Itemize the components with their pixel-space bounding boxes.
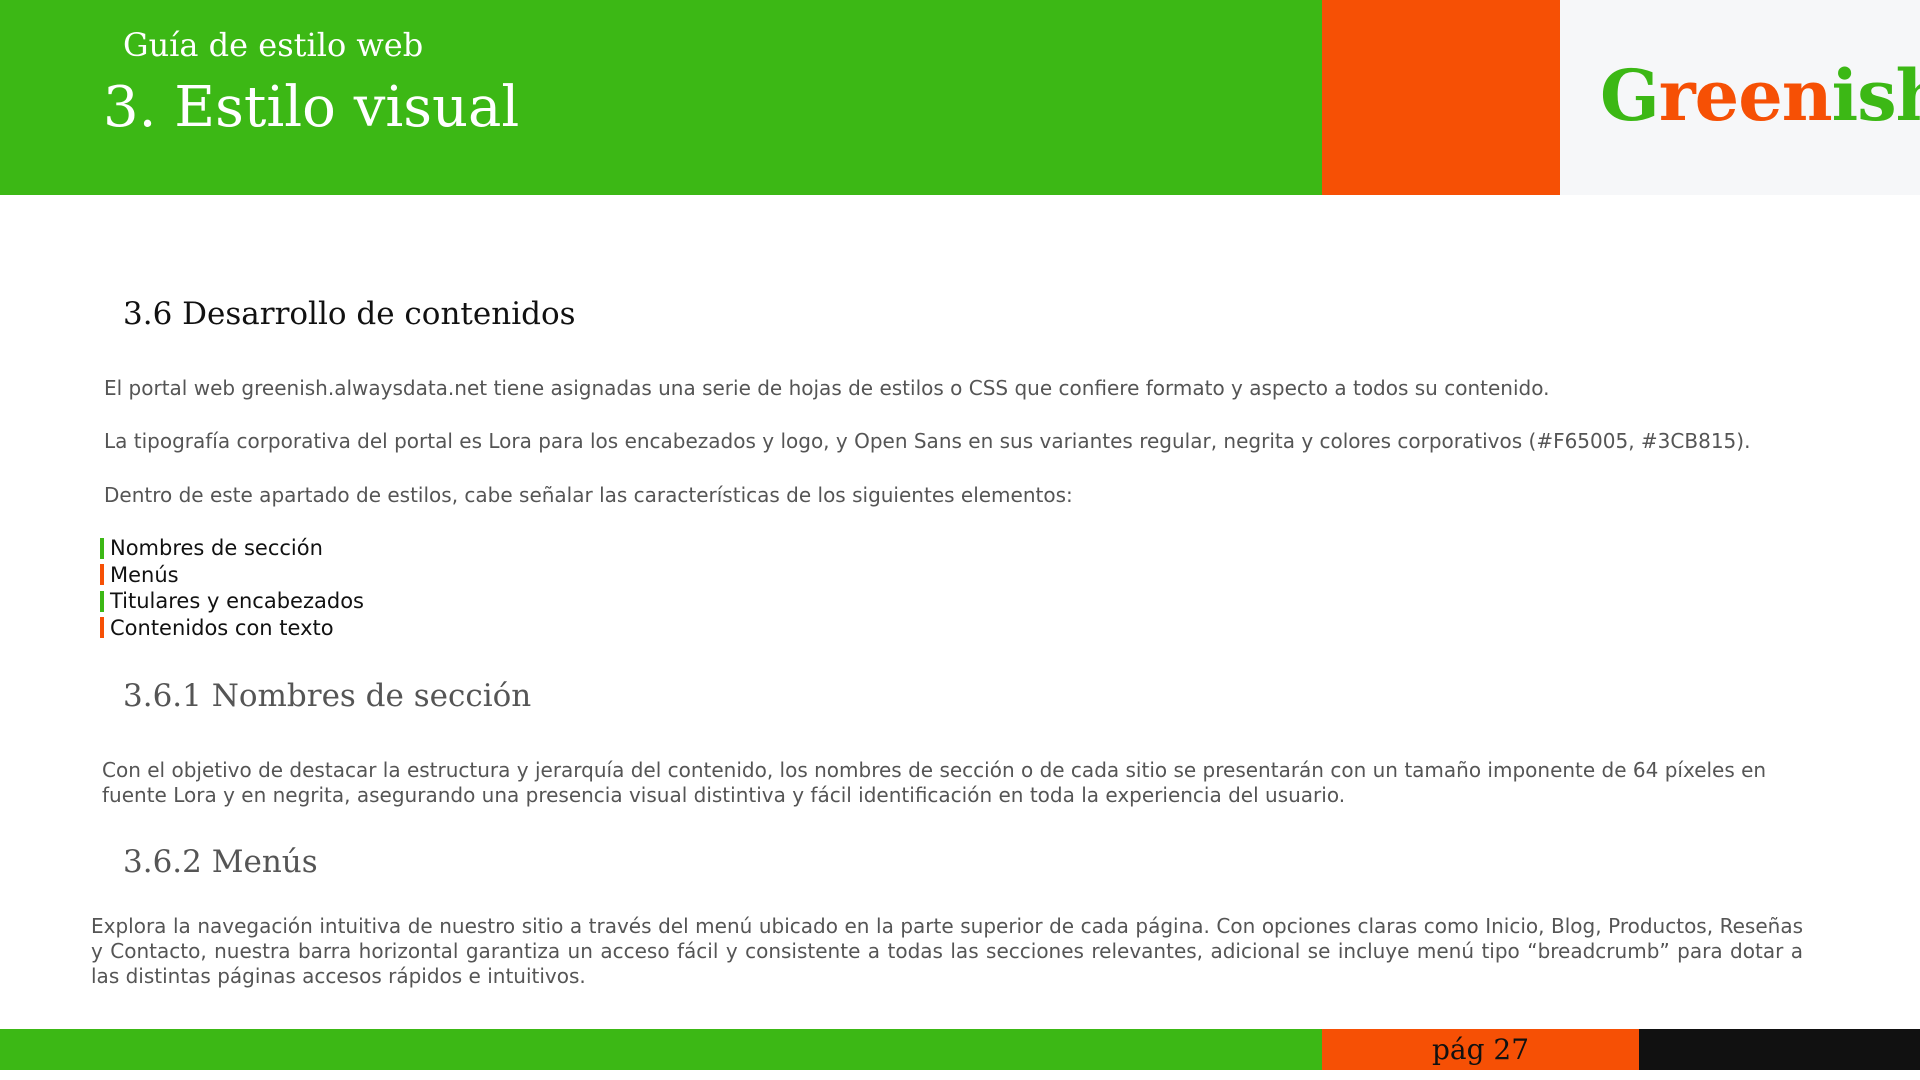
logo-part-reen: reen <box>1658 54 1833 137</box>
green-bullet-marker <box>100 590 104 612</box>
list-item-label: Titulares y encabezados <box>110 589 364 614</box>
greenish-logo: Greenish <box>1600 54 1920 137</box>
list-item: Titulares y encabezados <box>100 588 364 615</box>
orange-bullet-marker <box>100 617 104 639</box>
intro-paragraph-1: El portal web greenish.alwaysdata.net ti… <box>104 376 1550 400</box>
page-title: 3. Estilo visual <box>103 75 520 140</box>
subsection-heading-section-names: 3.6.1 Nombres de sección <box>123 678 532 714</box>
page-number: pág 27 <box>1431 1033 1530 1066</box>
list-item-label: Contenidos con texto <box>110 615 334 640</box>
elements-list: Nombres de sección Menús Titulares y enc… <box>100 535 364 641</box>
green-bullet-marker <box>100 537 104 559</box>
document-subtitle: Guía de estilo web <box>123 26 424 64</box>
footer-dark-band <box>1639 1029 1920 1070</box>
intro-paragraph-3: Dentro de este apartado de estilos, cabe… <box>104 483 1073 507</box>
orange-bullet-marker <box>100 564 104 586</box>
intro-paragraph-2: La tipografía corporativa del portal es … <box>104 429 1751 453</box>
section-heading: 3.6 Desarrollo de contenidos <box>123 296 576 332</box>
list-item: Contenidos con texto <box>100 615 364 642</box>
list-item: Nombres de sección <box>100 535 364 562</box>
section-names-paragraph: Con el objetivo de destacar la estructur… <box>102 758 1767 807</box>
subsection-heading-menus: 3.6.2 Menús <box>123 844 318 880</box>
list-item: Menús <box>100 562 364 589</box>
header-orange-band <box>1322 0 1560 195</box>
list-item-label: Nombres de sección <box>110 536 323 561</box>
menus-paragraph: Explora la navegación intuitiva de nuest… <box>91 914 1803 988</box>
logo-part-g: G <box>1600 54 1660 137</box>
footer-green-band <box>0 1029 1322 1070</box>
list-item-label: Menús <box>110 562 179 587</box>
logo-part-ish: ish <box>1831 54 1920 137</box>
